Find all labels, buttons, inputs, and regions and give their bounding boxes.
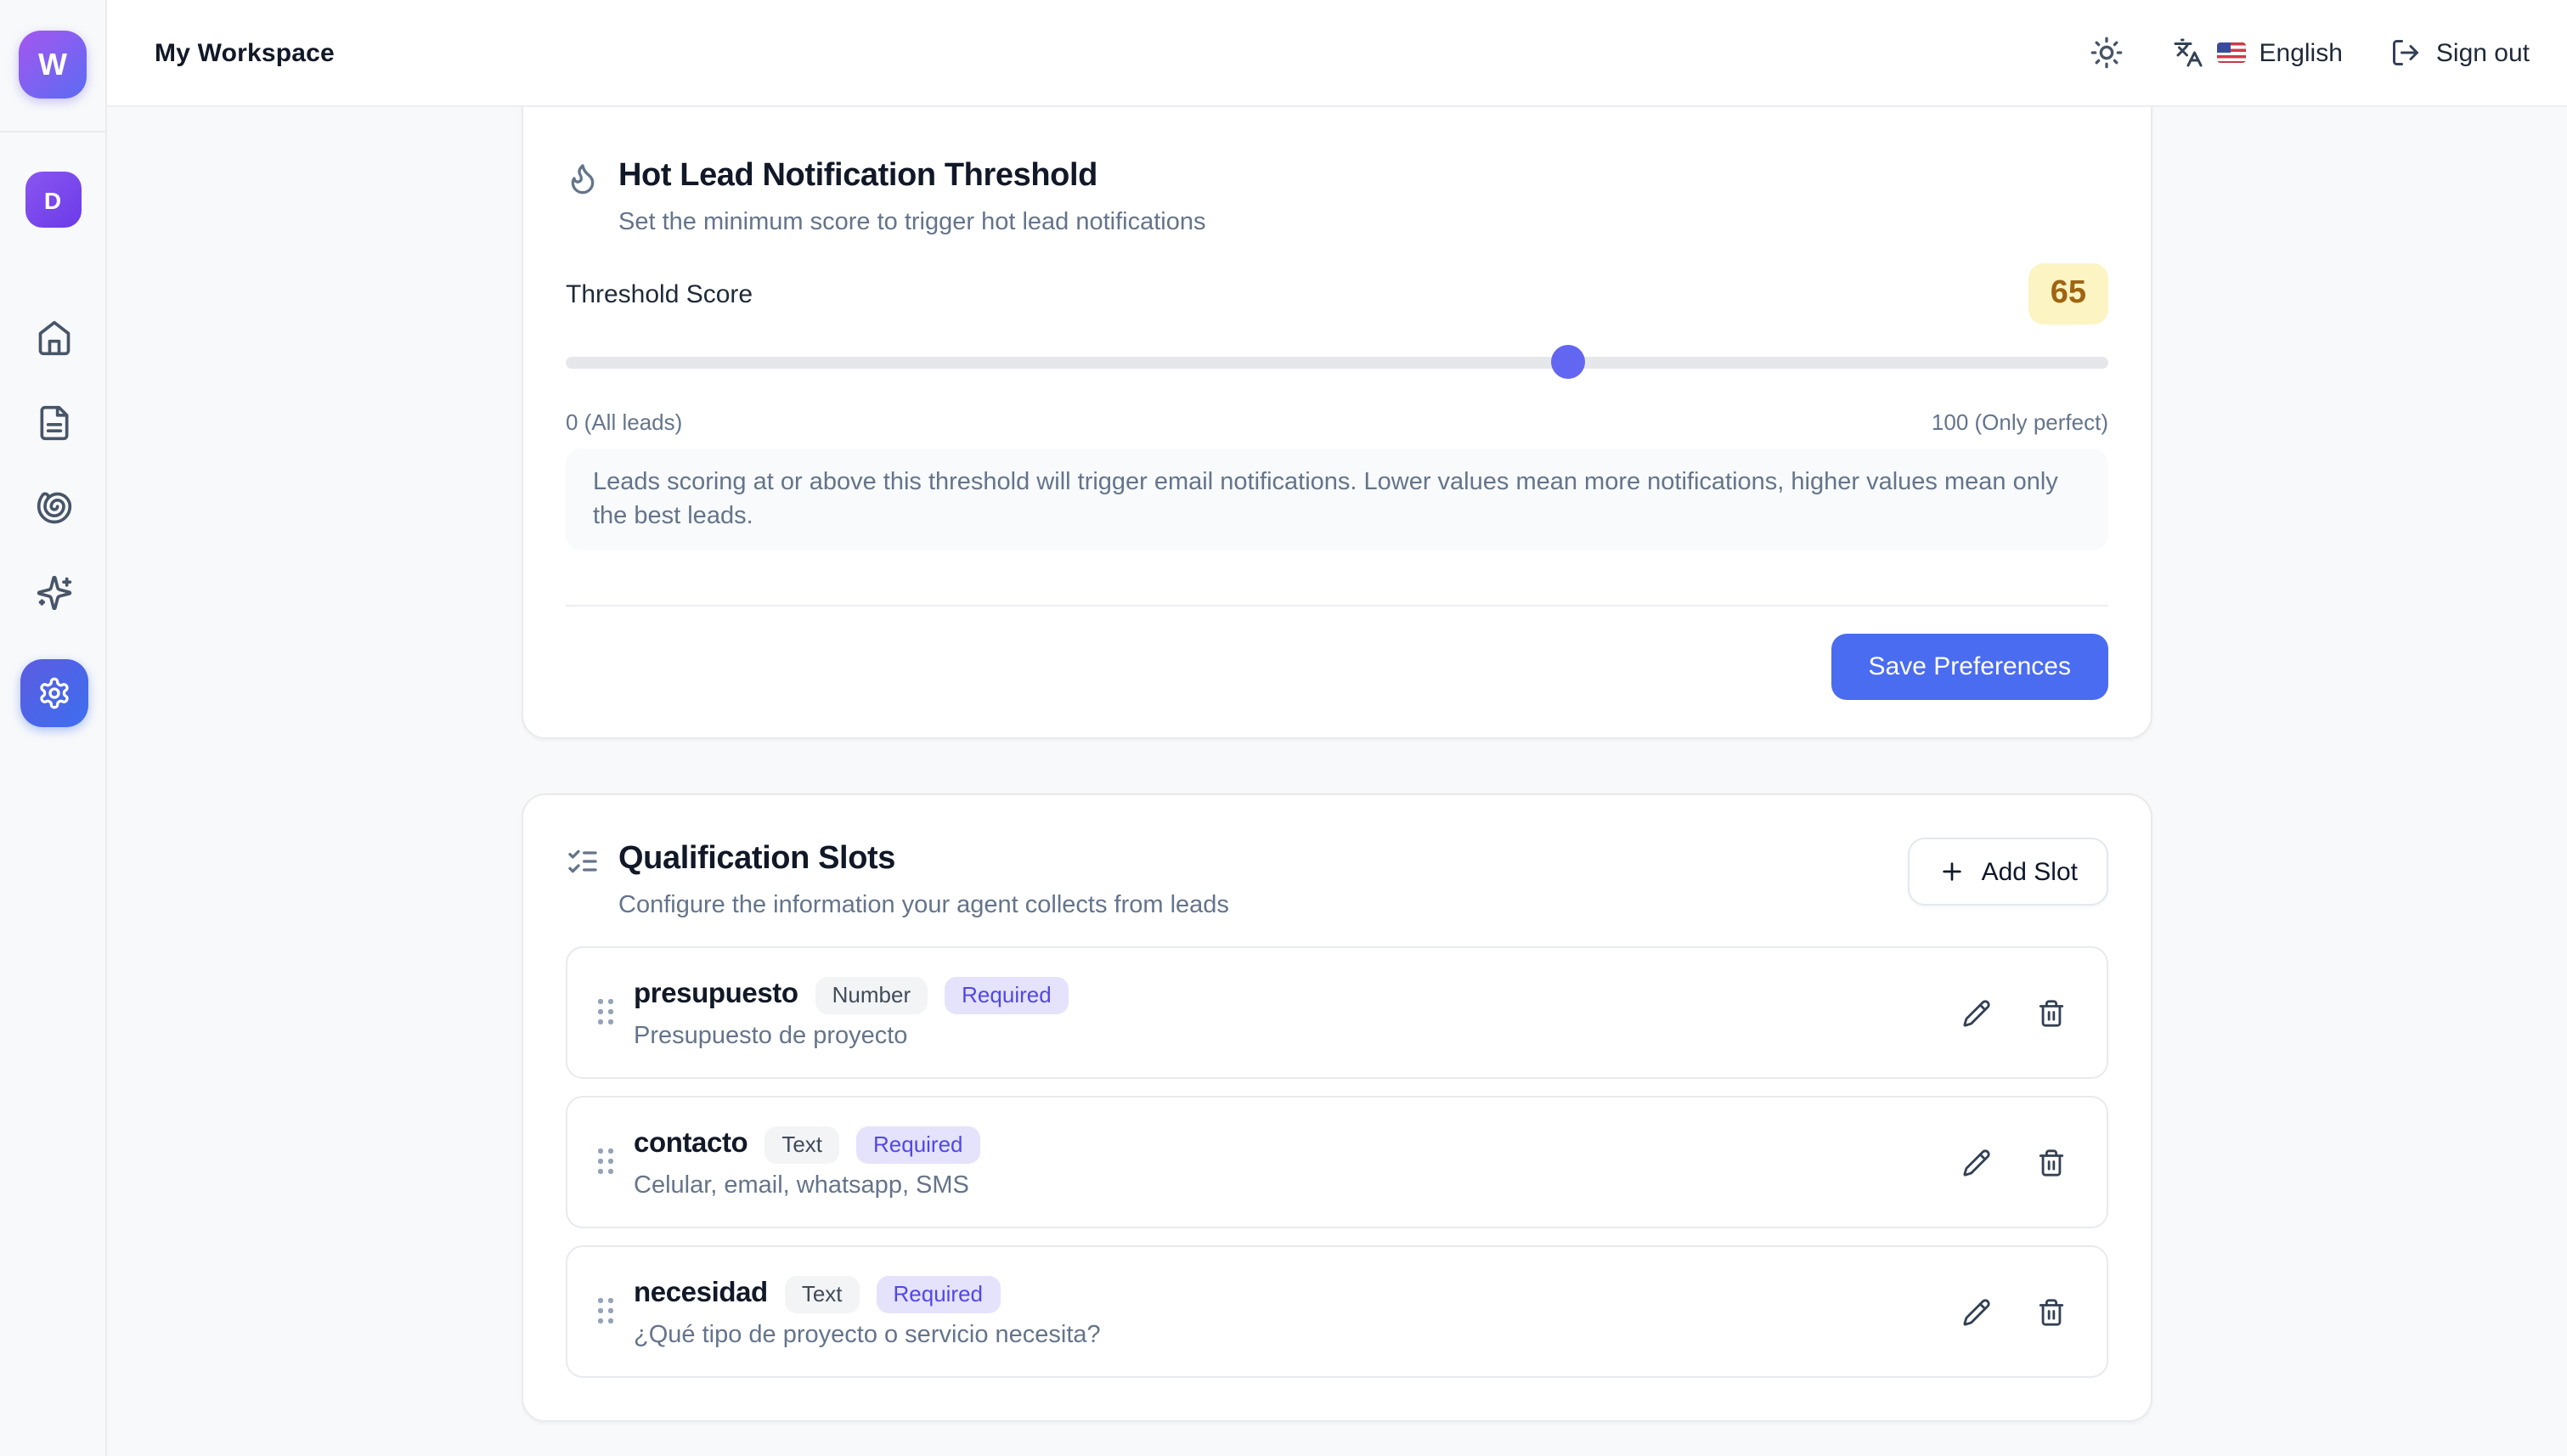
sidebar-nav [0, 319, 107, 727]
us-flag-icon [2217, 42, 2246, 63]
slider-track[interactable] [566, 357, 2108, 369]
slot-required-badge: Required [945, 976, 1069, 1013]
topbar-controls: English Sign out [2088, 34, 2530, 71]
file-text-icon[interactable] [35, 404, 72, 442]
topbar: My Workspace English Sign out [107, 0, 2567, 107]
main-content: Hot Lead Notification Threshold Set the … [107, 107, 2567, 1456]
workspace-logo-section: W [0, 0, 105, 133]
slider-thumb[interactable] [1551, 345, 1585, 379]
sidebar: W D [0, 0, 107, 1456]
threshold-help-text: Leads scoring at or above this threshold… [566, 449, 2108, 550]
slots-card-header: Qualification Slots Configure the inform… [566, 838, 1229, 923]
slider-max-label: 100 (Only perfect) [1932, 409, 2108, 435]
slot-row-necesidad: necesidad Text Required ¿Qué tipo de pro… [566, 1245, 2108, 1378]
threshold-score-label: Threshold Score [566, 279, 753, 308]
list-checks-icon [566, 844, 600, 878]
agent-avatar[interactable]: D [25, 172, 81, 228]
slot-required-badge: Required [856, 1126, 980, 1163]
grip-vertical-icon[interactable] [598, 1148, 613, 1176]
app-window: W D My Workspace [0, 0, 2567, 1456]
slot-type-badge: Number [815, 976, 928, 1013]
slot-description: Presupuesto de proyecto [634, 1022, 1069, 1049]
grip-vertical-icon[interactable] [598, 1298, 613, 1325]
slot-name: contacto [634, 1128, 748, 1160]
slot-required-badge: Required [877, 1275, 1001, 1312]
add-slot-button[interactable]: Add Slot [1909, 838, 2108, 906]
threshold-card: Hot Lead Notification Threshold Set the … [522, 107, 2152, 739]
language-label: English [2260, 38, 2343, 67]
slot-description: ¿Qué tipo de proyecto o servicio necesit… [634, 1321, 1101, 1348]
slider-min-label: 0 (All leads) [566, 409, 682, 435]
save-preferences-button[interactable]: Save Preferences [1831, 634, 2108, 700]
sparkles-icon[interactable] [35, 574, 72, 612]
workspace-logo[interactable]: W [19, 31, 87, 99]
threshold-card-header: Hot Lead Notification Threshold Set the … [566, 155, 2108, 240]
pencil-icon[interactable] [1962, 1148, 1991, 1177]
trash-icon[interactable] [2037, 1148, 2066, 1177]
flame-icon [566, 161, 600, 195]
threshold-card-title: Hot Lead Notification Threshold [618, 155, 1206, 199]
page-title: My Workspace [155, 38, 335, 67]
logout-icon [2390, 37, 2421, 68]
trash-icon[interactable] [2037, 1297, 2066, 1326]
shell-spiral-icon[interactable] [35, 489, 72, 527]
threshold-slider[interactable] [566, 345, 2108, 379]
sign-out-label: Sign out [2436, 38, 2530, 67]
slot-description: Celular, email, whatsapp, SMS [634, 1171, 980, 1199]
threshold-value-badge: 65 [2028, 263, 2108, 324]
slot-type-badge: Text [785, 1275, 860, 1312]
slot-list: presupuesto Number Required Presupuesto … [566, 946, 2108, 1378]
settings-gear-icon[interactable] [20, 659, 87, 727]
threshold-card-subtitle: Set the minimum score to trigger hot lea… [618, 206, 1206, 240]
slot-name: necesidad [634, 1278, 768, 1310]
slot-row-contacto: contacto Text Required Celular, email, w… [566, 1096, 2108, 1228]
sign-out-button[interactable]: Sign out [2390, 37, 2530, 68]
add-slot-label: Add Slot [1982, 857, 2078, 886]
qualification-slots-card: Qualification Slots Configure the inform… [522, 793, 2152, 1422]
languages-icon [2173, 37, 2203, 68]
slot-row-presupuesto: presupuesto Number Required Presupuesto … [566, 946, 2108, 1079]
home-icon[interactable] [35, 319, 72, 357]
card-divider [566, 605, 2108, 607]
slot-name: presupuesto [634, 979, 798, 1011]
slots-card-title: Qualification Slots [618, 838, 1229, 882]
trash-icon[interactable] [2037, 998, 2066, 1027]
language-selector[interactable]: English [2173, 37, 2343, 68]
grip-vertical-icon[interactable] [598, 999, 613, 1026]
pencil-icon[interactable] [1962, 1297, 1991, 1326]
sun-icon[interactable] [2088, 34, 2125, 71]
slot-type-badge: Text [764, 1126, 839, 1163]
plus-icon [1939, 858, 1966, 885]
pencil-icon[interactable] [1962, 998, 1991, 1027]
slots-card-subtitle: Configure the information your agent col… [618, 889, 1229, 923]
